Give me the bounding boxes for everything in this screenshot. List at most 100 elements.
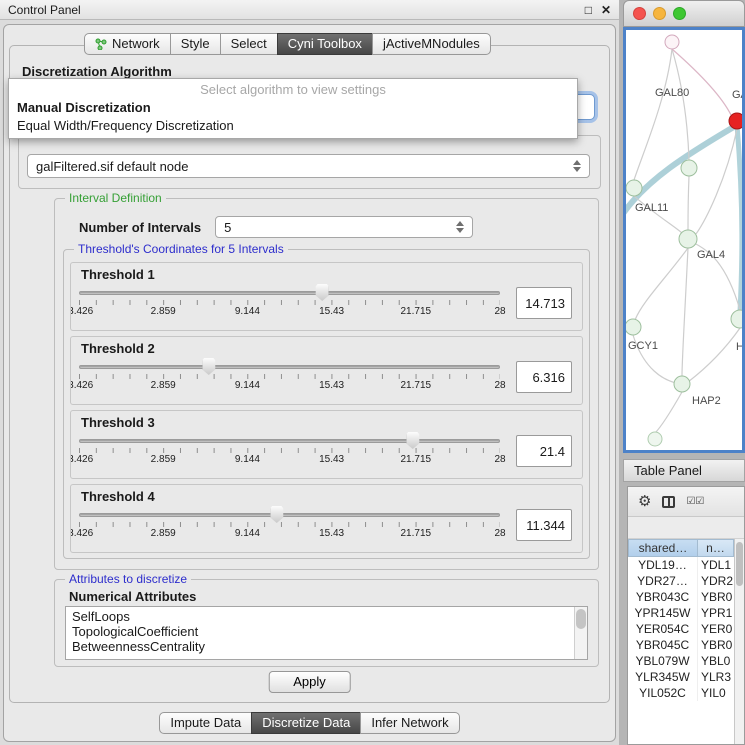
table-cell[interactable]: YIL052C <box>628 685 698 701</box>
traffic-close-icon[interactable] <box>633 7 646 20</box>
table-row[interactable]: YBR043C YBR0 <box>628 589 734 605</box>
table-cell[interactable]: YBR043C <box>628 589 698 605</box>
attributes-scrollbar[interactable] <box>574 607 587 659</box>
table-row[interactable]: YBL079W YBL0 <box>628 653 734 669</box>
traffic-zoom-icon[interactable] <box>673 7 686 20</box>
select-columns-icon[interactable]: ☑☑ <box>686 496 704 507</box>
table-cell[interactable]: YBR045C <box>628 637 698 653</box>
table-cell[interactable]: YBL0 <box>698 653 734 669</box>
slider-track[interactable] <box>79 513 500 517</box>
table-cell[interactable]: YDR27… <box>628 573 698 589</box>
threshold-3-slider[interactable]: -3.426 2.859 9.144 15.43 21.715 28 <box>77 431 502 471</box>
number-of-intervals-combo[interactable]: 5 <box>215 216 473 238</box>
tab-discretize-data[interactable]: Discretize Data <box>251 712 361 734</box>
table-cell[interactable]: YER054C <box>628 621 698 637</box>
slider-handle[interactable] <box>316 284 329 301</box>
table-cell[interactable]: YPR1 <box>698 605 734 621</box>
threshold-3-value-input[interactable]: 21.4 <box>516 435 572 467</box>
traffic-minimize-icon[interactable] <box>653 7 666 20</box>
threshold-4-value-input[interactable]: 11.344 <box>516 509 572 541</box>
table-cell[interactable]: YDR2 <box>698 573 734 589</box>
threshold-1-slider[interactable]: -3.426 2.859 9.144 15.43 21.715 28 <box>77 283 502 323</box>
dropdown-option-equal-width-frequency[interactable]: Equal Width/Frequency Discretization <box>9 117 577 135</box>
table-cell[interactable]: YER0 <box>698 621 734 637</box>
table-cell[interactable]: YBL079W <box>628 653 698 669</box>
table-cell[interactable]: YBR0 <box>698 637 734 653</box>
table-row[interactable]: YER054C YER0 <box>628 621 734 637</box>
tick-label: 28 <box>494 306 505 317</box>
table-cell[interactable]: YPR145W <box>628 605 698 621</box>
scrollbar-thumb[interactable] <box>736 542 743 586</box>
network-node[interactable] <box>679 230 697 248</box>
slider-track[interactable] <box>79 439 500 443</box>
dropdown-option-manual-discretization[interactable]: Manual Discretization <box>9 99 577 117</box>
table-cell[interactable]: YLR3 <box>698 669 734 685</box>
table-cell[interactable]: YBR0 <box>698 589 734 605</box>
slider-handle[interactable] <box>270 506 283 523</box>
threshold-2-value-input[interactable]: 6.316 <box>516 361 572 393</box>
discretization-algorithm-label: Discretization Algorithm <box>22 64 172 79</box>
tab-jactivemnodules[interactable]: jActiveMNodules <box>372 33 491 55</box>
threshold-panel-4: Threshold 4 -3.426 2.859 9.144 1 <box>70 484 583 553</box>
table-row[interactable]: YIL052C YIL0 <box>628 685 734 701</box>
table-row[interactable]: YPR145W YPR1 <box>628 605 734 621</box>
control-panel-title: Control Panel <box>8 3 576 17</box>
table-body: YDL19… YDL1 YDR27… YDR2 YBR043C YBR0 YPR… <box>628 557 744 701</box>
tick-label: 21.715 <box>401 306 432 317</box>
thresholds-group: Threshold's Coordinates for 5 Intervals … <box>63 249 590 559</box>
network-node[interactable] <box>665 35 679 49</box>
undock-icon[interactable]: □ <box>585 3 592 17</box>
threshold-1-value-input[interactable]: 14.713 <box>516 287 572 319</box>
table-cell[interactable]: YIL0 <box>698 685 734 701</box>
tab-network[interactable]: Network <box>84 33 171 55</box>
slider-handle[interactable] <box>406 432 419 449</box>
tick-label: 15.43 <box>319 306 344 317</box>
table-cell[interactable]: YDL1 <box>698 557 734 573</box>
slider-track[interactable] <box>79 291 500 295</box>
table-cell[interactable]: YDL19… <box>628 557 698 573</box>
tab-jactivemnodules-label: jActiveMNodules <box>383 36 480 51</box>
table-data-combo[interactable]: galFiltered.sif default node <box>27 154 590 178</box>
tick-label: 15.43 <box>319 454 344 465</box>
control-panel-titlebar: Control Panel □ ✕ <box>0 0 619 20</box>
network-canvas[interactable]: GAL80 GA GAL11 GAL4 GCY1 HAP2 H <box>623 27 745 453</box>
chevron-updown-icon <box>455 221 464 233</box>
tab-cyni-toolbox[interactable]: Cyni Toolbox <box>277 33 373 55</box>
tab-select[interactable]: Select <box>220 33 278 55</box>
table-row[interactable]: YBR045C YBR0 <box>628 637 734 653</box>
list-item-selfloops[interactable]: SelfLoops <box>66 609 587 624</box>
table-row[interactable]: YLR345W YLR3 <box>628 669 734 685</box>
table-cell[interactable]: YLR345W <box>628 669 698 685</box>
tab-impute-data[interactable]: Impute Data <box>159 712 252 734</box>
network-node[interactable] <box>731 310 742 328</box>
tab-style[interactable]: Style <box>170 33 221 55</box>
tab-infer-network[interactable]: Infer Network <box>360 712 459 734</box>
apply-button[interactable]: Apply <box>268 671 351 693</box>
slider-scale: -3.426 2.859 9.144 15.43 21.715 28 <box>79 454 500 466</box>
table-row[interactable]: YDR27… YDR2 <box>628 573 734 589</box>
threshold-3-row: -3.426 2.859 9.144 15.43 21.715 28 21.4 <box>71 431 582 471</box>
network-node[interactable] <box>648 432 662 446</box>
network-node[interactable] <box>674 376 690 392</box>
network-node[interactable] <box>626 319 641 335</box>
threshold-4-label: Threshold 4 <box>81 489 582 504</box>
table-scrollbar[interactable] <box>734 539 744 744</box>
columns-icon[interactable] <box>662 496 675 508</box>
column-header-shared-name[interactable]: shared… <box>628 539 698 557</box>
network-node[interactable] <box>681 160 697 176</box>
column-header-name[interactable]: n… <box>697 539 734 557</box>
interval-definition-group: Interval Definition Number of Intervals … <box>54 198 599 570</box>
threshold-2-slider[interactable]: -3.426 2.859 9.144 15.43 21.715 28 <box>77 357 502 397</box>
scrollbar-thumb[interactable] <box>576 609 586 629</box>
slider-handle[interactable] <box>202 358 215 375</box>
threshold-4-slider[interactable]: -3.426 2.859 9.144 15.43 21.715 28 <box>77 505 502 545</box>
tick-label: 9.144 <box>235 306 260 317</box>
list-item-topologicalcoefficient[interactable]: TopologicalCoefficient <box>66 624 587 639</box>
network-node[interactable] <box>626 180 642 196</box>
network-node-selected[interactable] <box>729 113 742 129</box>
close-icon[interactable]: ✕ <box>601 3 611 17</box>
table-row[interactable]: YDL19… YDL1 <box>628 557 734 573</box>
gear-icon[interactable]: ⚙ <box>638 494 651 509</box>
list-item-betweennesscentrality[interactable]: BetweennessCentrality <box>66 639 587 654</box>
slider-track[interactable] <box>79 365 500 369</box>
